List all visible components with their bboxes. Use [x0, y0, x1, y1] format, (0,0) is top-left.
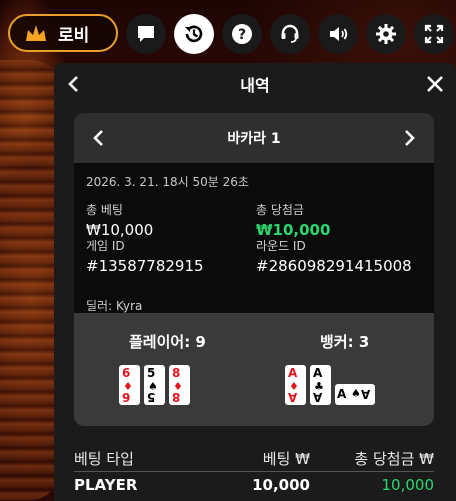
round-result: 플레이어: 9 뱅커: 3 6 ♦ 6 5 ♠ 5 8 ♦ 8 A ♦ A A ♣ A A ♠ A: [74, 313, 434, 426]
panel-header: 내역: [54, 63, 456, 105]
card-rank-inverted: 8: [172, 390, 181, 404]
card-rank-inverted: A: [313, 390, 323, 404]
crown-icon: [26, 25, 46, 41]
bets-table: 베팅 타입 베팅 ₩ 총 당첨금 ₩ PLAYER 10,000 10,000: [74, 444, 434, 500]
fullscreen-button[interactable]: [414, 14, 454, 54]
total-bet-label: 총 베팅: [86, 203, 123, 217]
lobby-button[interactable]: 로비: [8, 14, 118, 52]
support-button[interactable]: [270, 14, 310, 54]
settings-button[interactable]: [366, 14, 406, 54]
banker-card-1: A ♦ A: [285, 365, 306, 405]
player-card-1: 6 ♦ 6: [119, 365, 140, 405]
help-icon: ?: [232, 24, 252, 44]
history-button[interactable]: [174, 14, 214, 54]
game-id-value: #13587782915: [86, 257, 204, 275]
bets-header-row: 베팅 타입 베팅 ₩ 총 당첨금 ₩: [74, 444, 434, 472]
panel-title: 내역: [240, 76, 270, 95]
banker-score: 뱅커: 3: [320, 333, 370, 351]
bet-amount-header: 베팅 ₩: [262, 450, 310, 468]
player-card-3: 8 ♦ 8: [169, 365, 190, 405]
player-score: 플레이어: 9: [129, 333, 206, 351]
card-suit: ♠: [351, 387, 361, 400]
card-rank-inverted: A: [288, 390, 298, 404]
card-rank: A: [313, 366, 323, 380]
total-win-label: 총 당첨금: [256, 203, 304, 217]
chat-button[interactable]: [126, 14, 166, 54]
card-rank: A: [337, 387, 347, 401]
player-cards: 6 ♦ 6 5 ♠ 5 8 ♦ 8: [119, 365, 190, 405]
card-rank: 8: [172, 366, 181, 380]
bet-type-cell: PLAYER: [74, 476, 138, 494]
close-icon[interactable]: [426, 75, 444, 93]
win-amount-header: 총 당첨금 ₩: [354, 450, 434, 468]
banker-card-3: A ♠ A: [335, 384, 375, 405]
dealer-name: 딜러: Kyra: [86, 299, 143, 313]
total-win: 총 당첨금 ₩10,000: [256, 201, 330, 239]
top-bar: 로비 ?: [8, 12, 456, 54]
round-id-value: #286098291415008: [256, 257, 412, 275]
banker-card-2: A ♣ A: [310, 365, 331, 405]
help-button[interactable]: ?: [222, 14, 262, 54]
table-row: PLAYER 10,000 10,000: [74, 472, 434, 500]
round-info: 2026. 3. 21. 18시 50분 26초 총 베팅 ₩10,000 총 …: [86, 173, 426, 313]
game-id: 게임 ID #13587782915: [86, 237, 204, 275]
lobby-label: 로비: [58, 25, 90, 46]
banker-cards: A ♦ A A ♣ A A ♠ A: [285, 365, 375, 405]
chevron-left-icon[interactable]: [92, 129, 106, 147]
svg-text:?: ?: [238, 27, 246, 43]
chevron-right-icon[interactable]: [402, 129, 416, 147]
back-icon[interactable]: [66, 75, 82, 93]
history-panel: 내역 바카라 1 2026. 3. 21. 18시 50분 26초 총 베팅 ₩…: [54, 63, 456, 501]
card-rank-inverted: A: [361, 387, 371, 401]
round-datetime: 2026. 3. 21. 18시 50분 26초: [86, 175, 249, 189]
player-card-2: 5 ♠ 5: [144, 365, 165, 405]
card-rank: 6: [122, 366, 131, 380]
settings-icon: [376, 24, 396, 44]
game-selector: 바카라 1: [74, 113, 434, 163]
card-rank-inverted: 6: [122, 390, 131, 404]
card-rank: 5: [147, 366, 156, 380]
total-bet: 총 베팅 ₩10,000: [86, 201, 153, 239]
background-decoration: [0, 60, 60, 500]
sound-icon: [330, 27, 348, 41]
bet-type-header: 베팅 타입: [74, 450, 134, 468]
game-id-label: 게임 ID: [86, 239, 125, 253]
round-id-label: 라운드 ID: [256, 239, 306, 253]
chat-icon: [138, 26, 154, 42]
win-amount-cell: 10,000: [381, 476, 435, 494]
sound-button[interactable]: [318, 14, 358, 54]
game-name: 바카라 1: [227, 131, 281, 147]
card-rank-inverted: 5: [147, 390, 156, 404]
bet-amount-cell: 10,000: [252, 476, 310, 494]
fullscreen-icon: [424, 24, 444, 44]
card-rank: A: [288, 366, 298, 380]
history-icon: [185, 25, 203, 43]
round-card: 바카라 1 2026. 3. 21. 18시 50분 26초 총 베팅 ₩10,…: [74, 113, 434, 426]
round-id: 라운드 ID #286098291415008: [256, 237, 412, 275]
support-icon: [281, 24, 299, 43]
